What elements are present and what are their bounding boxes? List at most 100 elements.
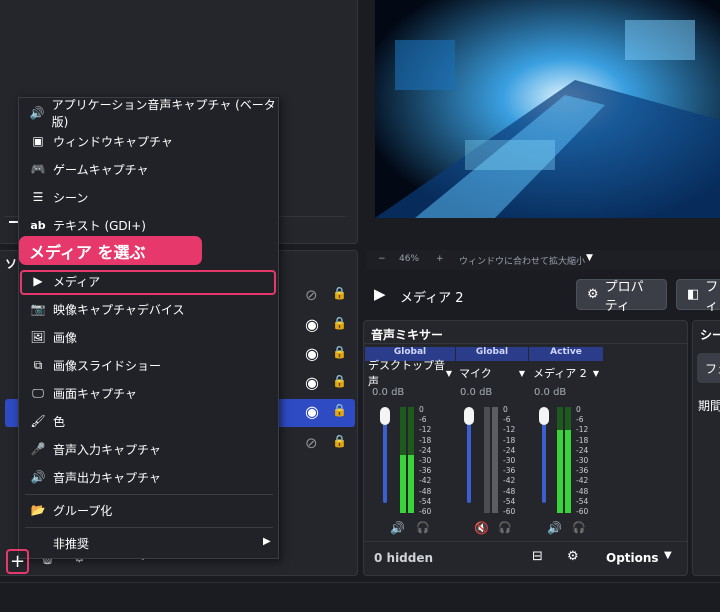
channel-select[interactable]: マイク ▼ [459,365,529,381]
speaker-icon[interactable]: 🔊 [390,521,405,535]
scale-tick: -6 [503,415,511,425]
scale-tick: -54 [576,496,589,506]
layout-icon[interactable]: ⊟ [532,549,543,564]
channel-select[interactable]: メディア 2 ▼ [533,365,603,381]
scale-tick: -36 [419,466,432,476]
options-button[interactable]: Options [606,551,659,565]
menu-item-audio-input[interactable]: 🎤 音声入力キャプチャ [19,436,278,462]
lock-icon[interactable]: 🔒 [332,316,347,330]
eye-icon[interactable]: ◉ [305,315,319,334]
menu-item-scene[interactable]: ☰ シーン [19,184,278,210]
scale-tick: 0 [503,405,508,414]
db-scale: 0 -6 -12 -18 -24 -30 -36 -42 -48 -54 -60 [576,405,588,517]
zoom-bar: − 46% + ウィンドウに合わせて拡大縮小 ▼ [366,250,720,270]
lock-icon[interactable]: 🔒 [332,374,347,388]
properties-button[interactable]: ⚙ プロパティ [576,279,667,314]
level-meter [400,407,406,513]
menu-item-deprecated[interactable]: 非推奨 ▶ [19,530,278,556]
menu-item-display-capture[interactable]: 🖵 画面キャプチャ [19,380,278,406]
chevron-down-icon[interactable]: ▼ [664,550,672,561]
scale-tick: -54 [503,496,516,506]
channel-badge: Active [529,347,603,361]
menu-item-group[interactable]: 📂 グループ化 [19,497,278,523]
menu-item-audio-output[interactable]: 🔊 音声出力キャプチャ [19,464,278,490]
instruction-callout: メディア を選ぶ [19,236,202,265]
menu-item-game-capture[interactable]: 🎮 ゲームキャプチャ [19,156,278,182]
channel-select[interactable]: デスクトップ音声 ▼ [368,359,456,388]
monitor-icon[interactable]: 🎧 [498,521,512,534]
scale-tick: -12 [503,425,516,435]
level-meter [557,407,563,513]
scale-tick: -36 [503,466,516,476]
scale-tick: -12 [419,425,432,435]
add-source-menu: 🔊 アプリケーション音声キャプチャ (ベータ版) ▣ ウィンドウキャプチャ 🎮 ゲーム… [18,97,279,559]
volume-knob[interactable] [380,407,390,425]
mixer-title: 音声ミキサー [371,328,444,342]
menu-item-video-capture[interactable]: 📷 映像キャプチャデバイス [19,296,278,322]
lock-icon[interactable]: 🔒 [332,286,347,300]
volume-knob[interactable] [464,407,474,425]
chevron-down-icon: ▼ [592,368,599,378]
level-meter [565,407,571,513]
scale-tick: -60 [576,507,589,517]
duration-label: 期間 [698,399,720,413]
speaker-icon[interactable]: 🔊 [547,521,562,535]
folder-icon: 📂 [30,503,46,517]
filters-button[interactable]: ◧ フィ [676,279,720,314]
transition-select[interactable]: フェ [697,353,720,383]
chevron-down-icon[interactable]: ▼ [586,253,593,263]
channel-db: 0.0 dB [534,387,567,398]
window-icon: ▣ [32,134,44,148]
menu-item-text[interactable]: ab テキスト (GDI+) [19,212,278,238]
scale-tick: -36 [576,466,589,476]
eye-hidden-icon[interactable]: ⊘ [305,286,318,304]
add-source-button[interactable]: + [6,549,29,574]
filter-icon: ◧ [687,287,700,302]
menu-item-app-audio[interactable]: 🔊 アプリケーション音声キャプチャ (ベータ版) [19,98,278,129]
level-meter [492,407,498,513]
play-icon[interactable]: ▶ [374,285,386,303]
gear-icon[interactable]: ⚙ [567,549,579,564]
brush-icon: 🖌 [30,414,46,428]
scale-tick: -42 [503,476,516,486]
hidden-count[interactable]: 0 hidden [374,551,433,565]
gamepad-icon: 🎮 [30,162,46,176]
eye-icon[interactable]: ◉ [305,344,319,363]
preview-canvas[interactable] [375,0,720,218]
db-scale: 0 -6 -12 -18 -24 -30 -36 -42 -48 -54 -60 [419,405,431,517]
scale-tick: -24 [576,445,589,455]
lock-icon[interactable]: 🔒 [332,345,347,359]
scale-tick: -48 [419,486,432,496]
menu-item-image[interactable]: 🖼 画像 [19,324,278,350]
scale-tick: -30 [419,456,432,466]
level-meter [484,407,490,513]
level-fill [408,454,414,513]
level-meter [408,407,414,513]
zoom-out-button[interactable]: − [378,254,386,264]
menu-item-slideshow[interactable]: ⧉ 画像スライドショー [19,352,278,378]
eye-icon[interactable]: ◉ [305,373,319,392]
monitor-icon[interactable]: 🎧 [416,521,430,534]
mixer-footer: 0 hidden ⊟ ⚙ Options ▼ [364,541,687,575]
volume-knob[interactable] [539,407,549,425]
chevron-down-icon: ▼ [445,368,452,378]
scale-tick: -24 [419,445,432,455]
scale-tick: -60 [419,507,432,517]
image-icon: 🖼 [30,330,46,344]
monitor-icon: 🖵 [32,385,44,400]
eye-hidden-icon[interactable]: ⊘ [305,434,318,452]
eye-icon[interactable]: ◉ [305,402,319,421]
scale-tick: -18 [576,435,589,445]
scale-tick: -18 [419,435,432,445]
zoom-in-button[interactable]: + [436,254,444,264]
menu-item-window-capture[interactable]: ▣ ウィンドウキャプチャ [19,128,278,154]
gear-icon: ⚙ [587,287,599,302]
menu-item-color[interactable]: 🖌 色 [19,408,278,434]
zoom-value: 46% [399,254,420,264]
monitor-icon[interactable]: 🎧 [572,521,586,534]
scale-tick: -30 [503,456,516,466]
muted-speaker-icon[interactable]: 🔇 [474,521,489,535]
sources-title: ソ [5,257,18,271]
lock-icon[interactable]: 🔒 [332,434,347,448]
lock-icon[interactable]: 🔒 [332,403,347,417]
